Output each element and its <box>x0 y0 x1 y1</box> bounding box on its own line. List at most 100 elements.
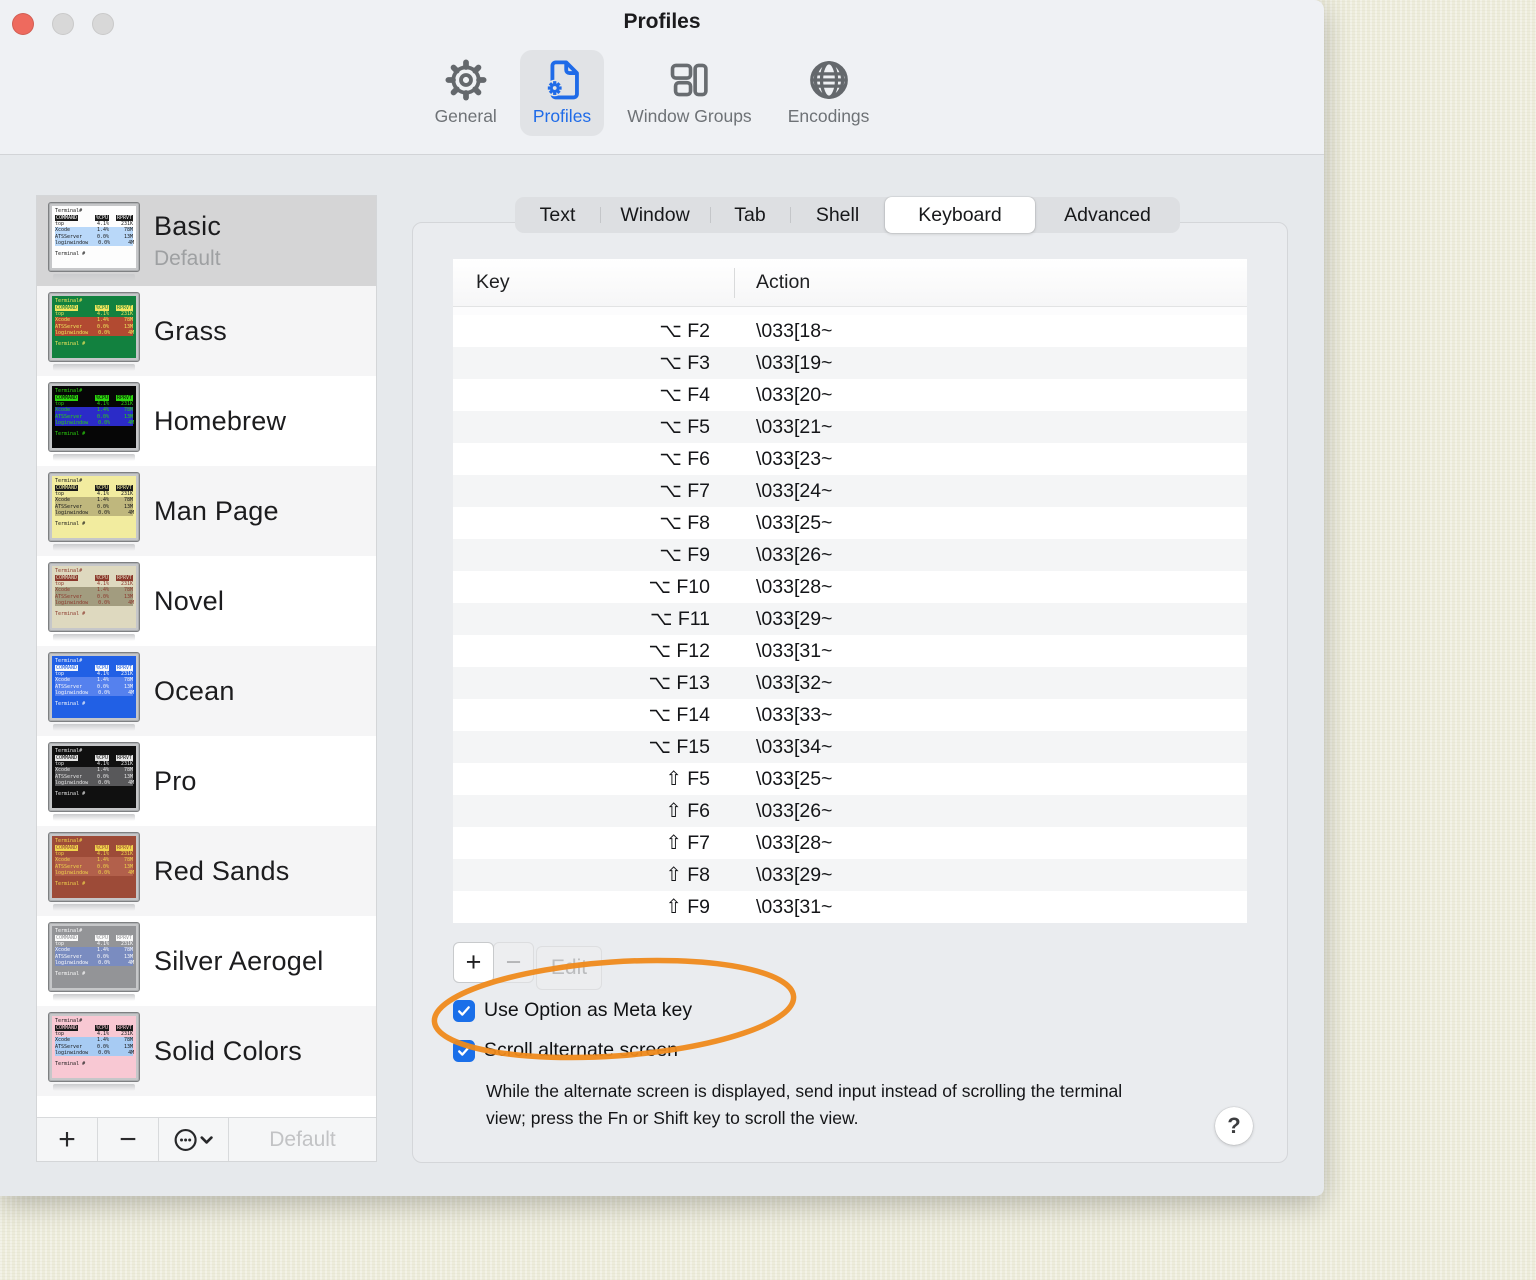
profile-name: Novel <box>154 585 225 616</box>
settings-tab[interactable]: Shell <box>790 197 885 233</box>
key-mapping-row[interactable]: ⌥ F6 \033[23~ <box>453 443 1247 475</box>
settings-tab[interactable]: Window <box>600 197 710 233</box>
action-cell: \033[29~ <box>756 863 833 886</box>
table-body: ⌥ F2 \033[18~ ⌥ F3 \033[19~ ⌥ F4 \033[20… <box>453 315 1247 923</box>
thumb-process-rows: top 4.1% 231K Xcode 1.4% 78M ATSServer 0… <box>55 671 135 697</box>
table-header: Key Action <box>453 259 1247 307</box>
help-button[interactable]: ? <box>1215 1107 1253 1145</box>
settings-tab[interactable]: Tab <box>710 197 790 233</box>
add-key-mapping-button[interactable]: + <box>453 942 494 983</box>
action-cell: \033[19~ <box>756 351 833 374</box>
action-cell: \033[26~ <box>756 543 833 566</box>
key-cell: ⌥ F13 <box>648 672 711 694</box>
profile-list-item[interactable]: Terminal# COMMAND %CPU RPRVT top 4.1% 23… <box>37 376 376 466</box>
key-mapping-row[interactable]: ⌥ F15 \033[34~ <box>453 731 1247 763</box>
gear-icon <box>445 59 487 101</box>
thumb-prompt: Terminal # <box>55 251 86 258</box>
profile-list-item[interactable]: Terminal# COMMAND %CPU RPRVT top 4.1% 23… <box>37 286 376 376</box>
profile-list-item[interactable]: Terminal# COMMAND %CPU RPRVT top 4.1% 23… <box>37 736 376 826</box>
thumb-title: Terminal# <box>55 567 83 574</box>
action-cell: \033[29~ <box>756 607 833 630</box>
settings-tab[interactable]: Advanced <box>1035 197 1180 233</box>
profile-thumbnail: Terminal# COMMAND %CPU RPRVT top 4.1% 23… <box>48 381 140 461</box>
action-cell: \033[28~ <box>756 575 833 598</box>
key-cell: ⌥ F7 <box>659 480 710 502</box>
scroll-alternate-screen-checkbox[interactable] <box>453 1039 475 1062</box>
profile-thumbnail: Terminal# COMMAND %CPU RPRVT top 4.1% 23… <box>48 201 140 281</box>
action-cell: \033[23~ <box>756 447 833 470</box>
action-cell: \033[31~ <box>756 895 833 918</box>
profile-name: Basic <box>154 211 222 241</box>
set-default-button[interactable]: Default <box>229 1118 376 1161</box>
settings-tab[interactable]: Keyboard <box>885 197 1035 233</box>
profile-list: Terminal# COMMAND %CPU RPRVT top 4.1% 23… <box>37 196 376 1117</box>
key-mapping-row[interactable]: ⌥ F8 \033[25~ <box>453 507 1247 539</box>
remove-profile-button[interactable]: − <box>98 1118 159 1161</box>
thumb-prompt: Terminal # <box>55 701 86 708</box>
settings-tab[interactable]: Text <box>515 197 600 233</box>
profile-name: Solid Colors <box>154 1035 302 1066</box>
action-cell: \033[31~ <box>756 639 833 662</box>
edit-key-mapping-button[interactable]: Edit <box>536 946 602 990</box>
profile-document-icon <box>546 60 579 100</box>
key-mapping-row[interactable]: ⌥ F10 \033[28~ <box>453 571 1247 603</box>
key-mapping-row[interactable]: ⌥ F9 \033[26~ <box>453 539 1247 571</box>
key-cell: ⌥ F15 <box>648 736 711 758</box>
add-profile-button[interactable]: + <box>37 1118 98 1161</box>
action-cell: \033[26~ <box>756 799 833 822</box>
key-mapping-row[interactable]: ⌥ F2 \033[18~ <box>453 315 1247 347</box>
toolbar-item-profiles[interactable]: Profiles <box>519 50 605 136</box>
thumb-prompt: Terminal # <box>55 971 86 978</box>
key-mapping-row[interactable]: ⌥ F11 \033[29~ <box>453 603 1247 635</box>
profile-list-item[interactable]: Terminal# COMMAND %CPU RPRVT top 4.1% 23… <box>37 646 376 736</box>
settings-tab-bar: Text Window Tab Shell Keyboard Advanced <box>515 197 1180 233</box>
key-mapping-row[interactable]: ⇧ F6 \033[26~ <box>453 795 1247 827</box>
key-mapping-row[interactable]: ⇧ F5 \033[25~ <box>453 763 1247 795</box>
key-cell: ⇧ F7 <box>665 832 710 854</box>
column-header-key[interactable]: Key <box>476 271 510 294</box>
globe-icon <box>809 61 848 99</box>
key-mapping-row[interactable]: ⇧ F7 \033[28~ <box>453 827 1247 859</box>
action-cell: \033[24~ <box>756 479 833 502</box>
profile-list-item[interactable]: Terminal# COMMAND %CPU RPRVT top 4.1% 23… <box>37 826 376 916</box>
thumb-title: Terminal# <box>55 927 83 934</box>
profile-default-badge: Default <box>154 247 221 270</box>
profile-list-item[interactable]: Terminal# COMMAND %CPU RPRVT top 4.1% 23… <box>37 1006 376 1096</box>
action-cell: \033[25~ <box>756 767 833 790</box>
window-groups-icon <box>671 63 709 97</box>
key-mapping-row[interactable]: ⌥ F13 \033[32~ <box>453 667 1247 699</box>
key-mapping-row[interactable]: ⇧ F8 \033[29~ <box>453 859 1247 891</box>
remove-key-mapping-button[interactable]: − <box>493 942 534 983</box>
thumb-process-rows: top 4.1% 231K Xcode 1.4% 78M ATSServer 0… <box>55 581 135 607</box>
profile-list-item[interactable]: Terminal# COMMAND %CPU RPRVT top 4.1% 23… <box>37 556 376 646</box>
key-cell: ⌥ F9 <box>659 544 710 566</box>
profile-list-item[interactable]: Terminal# COMMAND %CPU RPRVT top 4.1% 23… <box>37 196 376 286</box>
use-option-as-meta-key-checkbox[interactable] <box>453 999 475 1022</box>
key-cell: ⌥ F8 <box>659 512 710 534</box>
toolbar-item-encodings[interactable]: Encodings <box>775 50 883 136</box>
profile-list-item[interactable]: Terminal# COMMAND %CPU RPRVT top 4.1% 23… <box>37 466 376 556</box>
thumb-prompt: Terminal # <box>55 521 86 528</box>
thumb-prompt: Terminal # <box>55 1061 86 1068</box>
key-cell: ⌥ F2 <box>659 320 710 342</box>
key-mapping-row[interactable]: ⇧ F9 \033[31~ <box>453 891 1247 923</box>
toolbar-item-window-groups[interactable]: Window Groups <box>614 50 765 136</box>
toolbar-item-general[interactable]: General <box>422 50 510 136</box>
column-header-action[interactable]: Action <box>756 271 810 294</box>
key-mapping-row[interactable]: ⌥ F14 \033[33~ <box>453 699 1247 731</box>
scroll-alternate-screen-row: Scroll alternate screen <box>453 1039 678 1062</box>
action-cell: \033[34~ <box>756 735 833 758</box>
key-mapping-row[interactable]: ⌥ F4 \033[20~ <box>453 379 1247 411</box>
key-mapping-row[interactable]: ⌥ F5 \033[21~ <box>453 411 1247 443</box>
profile-actions-menu-button[interactable] <box>159 1118 229 1161</box>
alternate-screen-help-text: While the alternate screen is displayed,… <box>486 1081 1123 1128</box>
thumb-title: Terminal# <box>55 1017 83 1024</box>
thumb-prompt: Terminal # <box>55 791 86 798</box>
key-mapping-row[interactable]: ⌥ F3 \033[19~ <box>453 347 1247 379</box>
action-cell: \033[20~ <box>756 383 833 406</box>
profile-list-item[interactable]: Terminal# COMMAND %CPU RPRVT top 4.1% 23… <box>37 916 376 1006</box>
profile-thumbnail: Terminal# COMMAND %CPU RPRVT top 4.1% 23… <box>48 741 140 821</box>
key-cell: ⌥ F12 <box>648 640 711 662</box>
key-mapping-row[interactable]: ⌥ F12 \033[31~ <box>453 635 1247 667</box>
key-mapping-row[interactable]: ⌥ F7 \033[24~ <box>453 475 1247 507</box>
